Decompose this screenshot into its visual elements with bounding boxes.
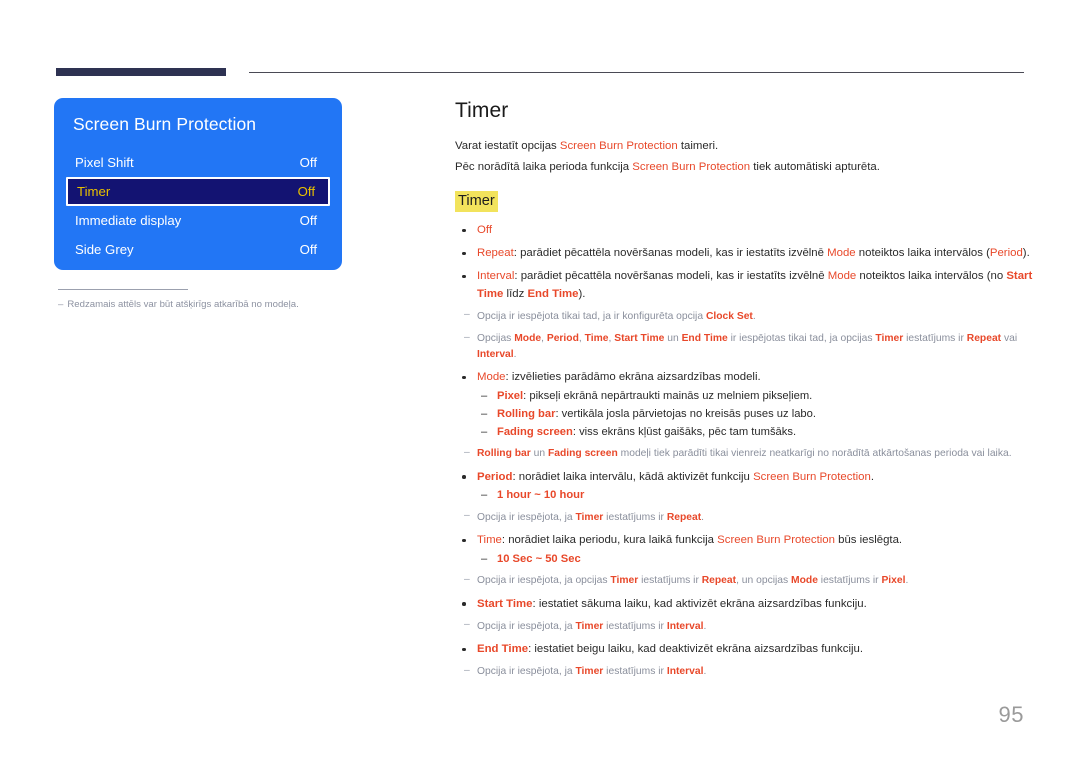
option-bullet: Start Time: iestatiet sākuma laiku, kad … <box>455 596 1035 614</box>
note-dash-icon: ‒ <box>464 510 470 521</box>
osd-row-value: Off <box>299 213 317 228</box>
osd-row-timer[interactable]: Timer Off <box>66 177 330 206</box>
option-note-text: Opcija ir iespējota, ja opcijas Timer ie… <box>477 575 909 586</box>
option-note: ‒ Opcija ir iespējota, ja opcijas Timer i… <box>455 573 1035 589</box>
sub-dash-icon: – <box>481 552 488 565</box>
intro-keyword: Screen Burn Protection <box>632 160 751 173</box>
sub-dash-icon: – <box>481 425 488 438</box>
osd-row-immediate-display[interactable]: Immediate display Off <box>72 206 324 235</box>
option-bullet-text: Period: norādiet laika intervālu, kādā a… <box>477 470 875 483</box>
option-note-text: Opcijas Mode, Period, Time, Start Time u… <box>477 333 1018 360</box>
option-note-text: Opcija ir iespējota tikai tad, ja ir kon… <box>477 310 756 322</box>
option-bullet: End Time: iestatiet beigu laiku, kad dea… <box>455 641 1035 659</box>
sub-dash-icon: – <box>481 407 488 420</box>
document-page: Screen Burn Protection Pixel Shift Off T… <box>0 0 1080 763</box>
header-rule <box>56 68 1024 76</box>
osd-menu-panel: Screen Burn Protection Pixel Shift Off T… <box>54 98 342 270</box>
option-bullet-text: Repeat: parādiet pēcattēla novēršanas mo… <box>477 247 1030 259</box>
osd-row-label: Side Grey <box>75 242 134 257</box>
osd-row-value: Off <box>299 155 317 170</box>
option-bullet: Off <box>455 222 1035 240</box>
option-bullet: Mode: izvēlieties parādāmo ekrāna aizsar… <box>455 369 1035 441</box>
bullet-dot-icon <box>462 475 466 479</box>
note-dash-icon: ‒ <box>464 309 470 320</box>
option-subitem: – Pixel: pikseļi ekrānā nepārtraukti main… <box>477 388 1035 405</box>
intro-keyword: Screen Burn Protection <box>559 140 678 152</box>
option-sublist: – Pixel: pikseļi ekrānā nepārtraukti main… <box>477 388 1035 441</box>
bullet-dot-icon <box>462 251 466 255</box>
option-subitem-text: 10 Sec ~ 50 Sec <box>497 552 581 565</box>
option-note-text: Opcija ir iespējota, ja Timer iestatījum… <box>477 511 705 523</box>
bullet-dot-icon <box>462 602 466 606</box>
subsection-title: Timer <box>455 191 498 212</box>
option-note: ‒ Opcija ir iespējota tikai tad, ja ir ko… <box>455 309 1035 325</box>
bullet-dot-icon <box>462 228 466 232</box>
header-tab-marker <box>56 68 226 76</box>
option-sublist: – 10 Sec ~ 50 Sec <box>477 551 1035 568</box>
option-note-text: Rolling bar un Fading screen modeļi tiek… <box>477 448 1012 459</box>
intro-text: Pēc norādītā laika perioda funkcija <box>455 160 633 173</box>
option-bullet-text: Off <box>477 224 492 236</box>
page-title: Timer <box>455 99 509 122</box>
option-bullet: Interval: parādiet pēcattēla novēršanas … <box>455 268 1035 303</box>
left-note-dash: ‒ <box>58 299 64 310</box>
bullet-dot-icon <box>462 274 466 278</box>
bullet-dot-icon <box>462 375 466 379</box>
option-subitem: – 1 hour ~ 10 hour <box>477 487 1035 504</box>
option-subitem-text: 1 hour ~ 10 hour <box>497 489 585 501</box>
option-bullet-text: End Time: iestatiet beigu laiku, kad dea… <box>477 643 864 655</box>
bullet-dot-icon <box>462 538 466 542</box>
option-bullet-text: Start Time: iestatiet sākuma laiku, kad … <box>477 597 867 610</box>
option-subitem: – Rolling bar: vertikāla josla pārvietoja… <box>477 406 1035 423</box>
option-note: ‒ Rolling bar un Fading screen modeļi tie… <box>455 446 1035 462</box>
option-note-text: Opcija ir iespējota, ja Timer iestatījum… <box>477 666 707 677</box>
option-list: Off Repeat: parādiet pēcattēla novēršana… <box>455 222 1035 680</box>
osd-row-side-grey[interactable]: Side Grey Off <box>72 235 324 264</box>
osd-row-label: Pixel Shift <box>75 155 134 170</box>
option-note: ‒ Opcija ir iespējota, ja Timer iestatīju… <box>455 619 1035 635</box>
note-dash-icon: ‒ <box>464 446 470 458</box>
option-bullet: Repeat: parādiet pēcattēla novēršanas mo… <box>455 245 1035 263</box>
note-dash-icon: ‒ <box>464 573 470 585</box>
option-note: ‒ Opcija ir iespējota, ja Timer iestatīju… <box>455 510 1035 526</box>
note-dash-icon: ‒ <box>464 619 470 630</box>
osd-row-label: Timer <box>77 184 111 199</box>
osd-row-pixel-shift[interactable]: Pixel Shift Off <box>72 148 324 177</box>
bullet-dot-icon <box>462 647 466 651</box>
option-subitem-text: Rolling bar: vertikāla josla pārvietojas… <box>497 407 816 420</box>
osd-panel-title: Screen Burn Protection <box>73 114 257 134</box>
page-number: 95 <box>998 702 1024 727</box>
option-subitem: – 10 Sec ~ 50 Sec <box>477 551 1035 568</box>
left-note-divider <box>58 289 188 290</box>
option-sublist: – 1 hour ~ 10 hour <box>477 487 1035 504</box>
intro-paragraph-1: Varat iestatīt opcijas Screen Burn Prote… <box>455 137 1035 157</box>
left-note: ‒ Redzamais attēls var būt atšķirīgs atka… <box>58 298 358 312</box>
option-bullet: Time: norādiet laika periodu, kura laikā… <box>455 532 1035 568</box>
note-dash-icon: ‒ <box>464 664 470 676</box>
intro-paragraph-2: Pēc norādītā laika perioda funkcija Scre… <box>455 158 1035 178</box>
sub-dash-icon: – <box>481 489 488 501</box>
option-bullet-text: Time: norādiet laika periodu, kura laikā… <box>477 534 903 546</box>
option-subitem: – Fading screen: viss ekrāns kļūst gaišāk… <box>477 424 1035 441</box>
osd-row-value: Off <box>299 242 317 257</box>
left-note-text: Redzamais attēls var būt atšķirīgs atkar… <box>67 299 299 310</box>
osd-row-label: Immediate display <box>75 213 182 228</box>
option-bullet-text: Interval: parādiet pēcattēla novēršanas … <box>477 270 1033 300</box>
option-bullet-text: Mode: izvēlieties parādāmo ekrāna aizsar… <box>477 371 761 383</box>
option-note: ‒ Opcijas Mode, Period, Time, Start Time … <box>455 331 1035 362</box>
option-subitem-text: Fading screen: viss ekrāns kļūst gaišāks… <box>497 425 797 438</box>
option-note: ‒ Opcija ir iespējota, ja Timer iestatīju… <box>455 664 1035 680</box>
header-divider-line <box>249 71 1024 73</box>
sub-dash-icon: – <box>481 389 488 402</box>
note-dash-icon: ‒ <box>464 331 470 343</box>
osd-row-value: Off <box>297 184 315 199</box>
intro-text: tiek automātiski apturēta. <box>750 160 880 173</box>
content-column: Timer Varat iestatīt opcijas Screen Burn… <box>455 98 1035 687</box>
option-note-text: Opcija ir iespējota, ja Timer iestatījum… <box>477 620 707 632</box>
option-bullet: Period: norādiet laika intervālu, kādā a… <box>455 469 1035 505</box>
intro-text: Varat iestatīt opcijas <box>455 140 560 152</box>
option-subitem-text: Pixel: pikseļi ekrānā nepārtraukti mainā… <box>497 389 813 402</box>
intro-text: taimeri. <box>677 140 719 152</box>
